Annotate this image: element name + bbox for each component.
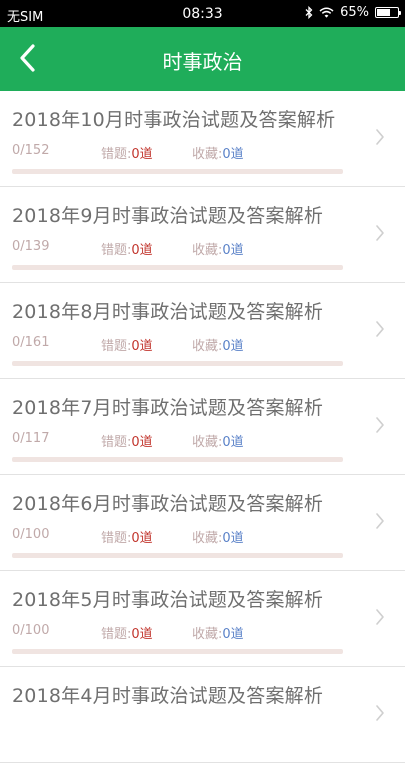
favorite-questions[interactable]: 收藏:0道	[192, 623, 244, 642]
exam-list: 2018年10月时事政治试题及答案解析 0/152 错题:0道 收藏:0道 20…	[0, 91, 405, 763]
favorite-label: 收藏:	[192, 339, 223, 354]
wifi-icon	[319, 7, 334, 18]
progress-count: 0/100	[12, 623, 50, 638]
chevron-right-icon	[376, 705, 384, 721]
nav-bar: 时事政治	[0, 27, 405, 91]
chevron-right-icon	[376, 417, 384, 433]
favorite-count: 0道	[222, 531, 244, 546]
bluetooth-icon	[305, 6, 313, 19]
item-title: 2018年5月时事政治试题及答案解析	[12, 589, 324, 611]
favorite-questions[interactable]: 收藏:0道	[192, 239, 244, 258]
wrong-label: 错题:	[101, 243, 132, 258]
list-item[interactable]: 2018年8月时事政治试题及答案解析 0/161 错题:0道 收藏:0道	[0, 283, 405, 379]
favorite-questions[interactable]: 收藏:0道	[192, 335, 244, 354]
favorite-questions[interactable]: 收藏:0道	[192, 431, 244, 450]
wrong-label: 错题:	[101, 531, 132, 546]
page-title: 时事政治	[162, 50, 243, 74]
progress-bar	[12, 361, 343, 366]
wrong-questions[interactable]: 错题:0道	[101, 431, 153, 450]
wrong-count: 0道	[131, 627, 153, 642]
wrong-count: 0道	[131, 531, 153, 546]
progress-count: 0/152	[12, 143, 50, 158]
progress-bar	[12, 265, 343, 270]
status-bar: 无SIM 08:33 65%	[0, 0, 405, 27]
progress-bar	[12, 169, 343, 174]
list-item[interactable]: 2018年7月时事政治试题及答案解析 0/117 错题:0道 收藏:0道	[0, 379, 405, 475]
wrong-questions[interactable]: 错题:0道	[101, 335, 153, 354]
chevron-right-icon	[376, 129, 384, 145]
progress-bar	[12, 553, 343, 558]
wrong-label: 错题:	[101, 147, 132, 162]
favorite-label: 收藏:	[192, 243, 223, 258]
wrong-count: 0道	[131, 435, 153, 450]
item-title: 2018年9月时事政治试题及答案解析	[12, 205, 324, 227]
list-item[interactable]: 2018年5月时事政治试题及答案解析 0/100 错题:0道 收藏:0道	[0, 571, 405, 667]
chevron-right-icon	[376, 321, 384, 337]
list-item[interactable]: 2018年9月时事政治试题及答案解析 0/139 错题:0道 收藏:0道	[0, 187, 405, 283]
wrong-label: 错题:	[101, 627, 132, 642]
favorite-label: 收藏:	[192, 627, 223, 642]
chevron-right-icon	[376, 513, 384, 529]
chevron-right-icon	[376, 609, 384, 625]
favorite-count: 0道	[222, 627, 244, 642]
wrong-count: 0道	[131, 243, 153, 258]
wrong-count: 0道	[131, 147, 153, 162]
item-title: 2018年8月时事政治试题及答案解析	[12, 301, 324, 323]
list-item[interactable]: 2018年4月时事政治试题及答案解析 错题: 收藏:	[0, 667, 405, 763]
wrong-questions[interactable]: 错题:0道	[101, 527, 153, 546]
favorite-questions[interactable]: 收藏:0道	[192, 527, 244, 546]
favorite-count: 0道	[222, 147, 244, 162]
item-title: 2018年7月时事政治试题及答案解析	[12, 397, 324, 419]
progress-bar	[12, 649, 343, 654]
list-item[interactable]: 2018年10月时事政治试题及答案解析 0/152 错题:0道 收藏:0道	[0, 91, 405, 187]
progress-count: 0/139	[12, 239, 50, 254]
favorite-questions[interactable]: 收藏:0道	[192, 143, 244, 162]
favorite-label: 收藏:	[192, 147, 223, 162]
list-item[interactable]: 2018年6月时事政治试题及答案解析 0/100 错题:0道 收藏:0道	[0, 475, 405, 571]
wrong-questions[interactable]: 错题:0道	[101, 623, 153, 642]
wrong-count: 0道	[131, 339, 153, 354]
status-icons: 65%	[305, 5, 401, 20]
chevron-right-icon	[376, 225, 384, 241]
battery-percent: 65%	[340, 5, 369, 20]
wrong-label: 错题:	[101, 339, 132, 354]
favorite-count: 0道	[222, 435, 244, 450]
wrong-label: 错题:	[101, 435, 132, 450]
progress-count: 0/161	[12, 335, 50, 350]
item-title: 2018年10月时事政治试题及答案解析	[12, 109, 336, 131]
favorite-count: 0道	[222, 339, 244, 354]
favorite-label: 收藏:	[192, 531, 223, 546]
item-title: 2018年4月时事政治试题及答案解析	[12, 685, 324, 707]
progress-count: 0/100	[12, 527, 50, 542]
wrong-questions[interactable]: 错题:0道	[101, 143, 153, 162]
progress-count: 0/117	[12, 431, 50, 446]
favorite-count: 0道	[222, 243, 244, 258]
battery-icon	[375, 7, 401, 18]
item-title: 2018年6月时事政治试题及答案解析	[12, 493, 324, 515]
progress-bar	[12, 457, 343, 462]
wrong-questions[interactable]: 错题:0道	[101, 239, 153, 258]
favorite-label: 收藏:	[192, 435, 223, 450]
